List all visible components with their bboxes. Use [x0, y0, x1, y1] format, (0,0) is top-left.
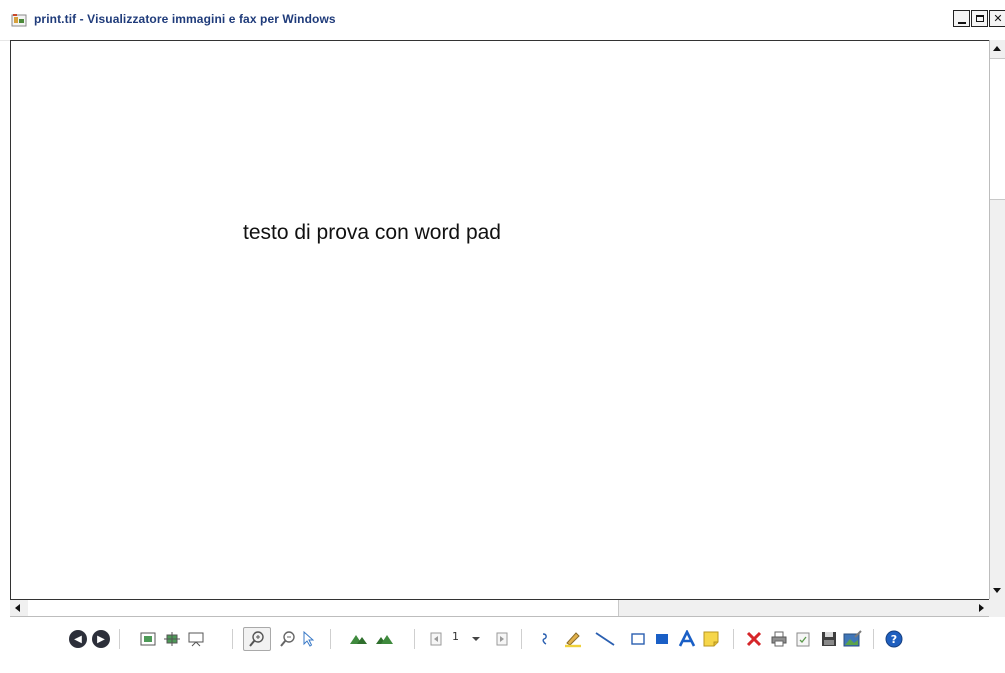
save-icon — [822, 632, 836, 646]
best-fit-icon — [140, 632, 156, 646]
filled-rectangle-button[interactable] — [652, 628, 672, 650]
next-page-button[interactable] — [494, 628, 510, 650]
best-fit-button[interactable] — [138, 628, 158, 650]
next-page-icon — [496, 632, 508, 646]
page-dropdown[interactable] — [470, 628, 482, 650]
image-canvas[interactable]: testo di prova con word pad — [10, 40, 989, 599]
toolbar-separator — [521, 629, 522, 649]
actual-size-button[interactable] — [162, 628, 182, 650]
zoom-out-icon — [280, 631, 295, 647]
note-icon — [703, 631, 719, 647]
document-text: testo di prova con word pad — [243, 221, 501, 244]
page-number: 1 — [452, 630, 459, 643]
toolbar-separator — [733, 629, 734, 649]
scroll-left-icon[interactable] — [15, 604, 20, 612]
rotate-ccw-icon — [376, 635, 393, 644]
freehand-icon — [542, 633, 547, 645]
title-bar[interactable]: print.tif - Visualizzatore immagini e fa… — [0, 0, 1005, 41]
help-icon: ? — [885, 630, 903, 648]
rotate-counterclockwise-button[interactable] — [373, 628, 395, 650]
help-button[interactable]: ? — [883, 628, 905, 650]
forward-button[interactable]: ▶ — [91, 628, 111, 650]
text-button[interactable] — [676, 628, 698, 650]
scrollbar-corner — [989, 599, 1005, 617]
zoom-in-icon — [249, 631, 264, 647]
edit-image-icon — [843, 630, 862, 647]
minimize-button[interactable] — [953, 10, 970, 27]
toolbar-separator — [232, 629, 233, 649]
line-icon — [595, 632, 615, 646]
select-button[interactable] — [300, 628, 316, 650]
rotate-clockwise-button[interactable] — [348, 628, 370, 650]
filled-rectangle-icon — [656, 634, 668, 644]
line-button[interactable] — [592, 628, 618, 650]
select-pointer-icon — [303, 631, 314, 647]
previous-page-button[interactable] — [428, 628, 444, 650]
delete-button[interactable] — [743, 628, 765, 650]
image-viewer-window: print.tif - Visualizzatore immagini e fa… — [0, 0, 1005, 673]
highlighter-button[interactable] — [562, 628, 584, 650]
delete-icon — [746, 631, 762, 647]
svg-text:?: ? — [891, 633, 897, 646]
slideshow-button[interactable] — [186, 628, 206, 650]
scroll-right-icon[interactable] — [979, 604, 984, 612]
rotate-cw-icon — [350, 635, 367, 644]
toolbar-separator — [414, 629, 415, 649]
copy-icon — [796, 632, 810, 647]
bottom-toolbar: ◀ ▶ 1 ? — [0, 617, 1005, 673]
vertical-scrollbar[interactable] — [989, 40, 1005, 599]
zoom-in-button[interactable] — [243, 627, 271, 651]
freehand-button[interactable] — [537, 628, 553, 650]
vertical-scroll-thumb[interactable] — [990, 58, 1005, 200]
page-dropdown-icon — [472, 637, 480, 641]
copy-button[interactable] — [792, 628, 814, 650]
edit-image-button[interactable] — [842, 628, 864, 650]
toolbar-separator — [119, 629, 120, 649]
actual-size-icon — [164, 632, 180, 646]
back-icon: ◀ — [69, 630, 87, 648]
close-button[interactable]: ✕ — [989, 10, 1005, 27]
horizontal-scroll-thumb[interactable] — [28, 600, 619, 616]
back-button[interactable]: ◀ — [68, 628, 88, 650]
text-icon — [678, 630, 696, 647]
maximize-button[interactable] — [971, 10, 988, 27]
forward-icon: ▶ — [92, 630, 110, 648]
hollow-rectangle-icon — [631, 633, 645, 645]
scroll-down-icon[interactable] — [993, 588, 1001, 593]
scroll-up-icon[interactable] — [993, 46, 1001, 51]
toolbar-separator — [873, 629, 874, 649]
app-icon — [11, 14, 27, 27]
hollow-rectangle-button[interactable] — [628, 628, 648, 650]
highlighter-icon — [565, 632, 581, 648]
print-button[interactable] — [768, 628, 790, 650]
note-button[interactable] — [700, 628, 722, 650]
horizontal-scrollbar[interactable] — [10, 599, 989, 617]
save-button[interactable] — [818, 628, 840, 650]
window-title: print.tif - Visualizzatore immagini e fa… — [34, 12, 336, 26]
slideshow-icon — [188, 632, 204, 647]
toolbar-separator — [330, 629, 331, 649]
zoom-out-button[interactable] — [278, 628, 298, 650]
prev-page-icon — [430, 632, 442, 646]
print-icon — [771, 631, 787, 647]
